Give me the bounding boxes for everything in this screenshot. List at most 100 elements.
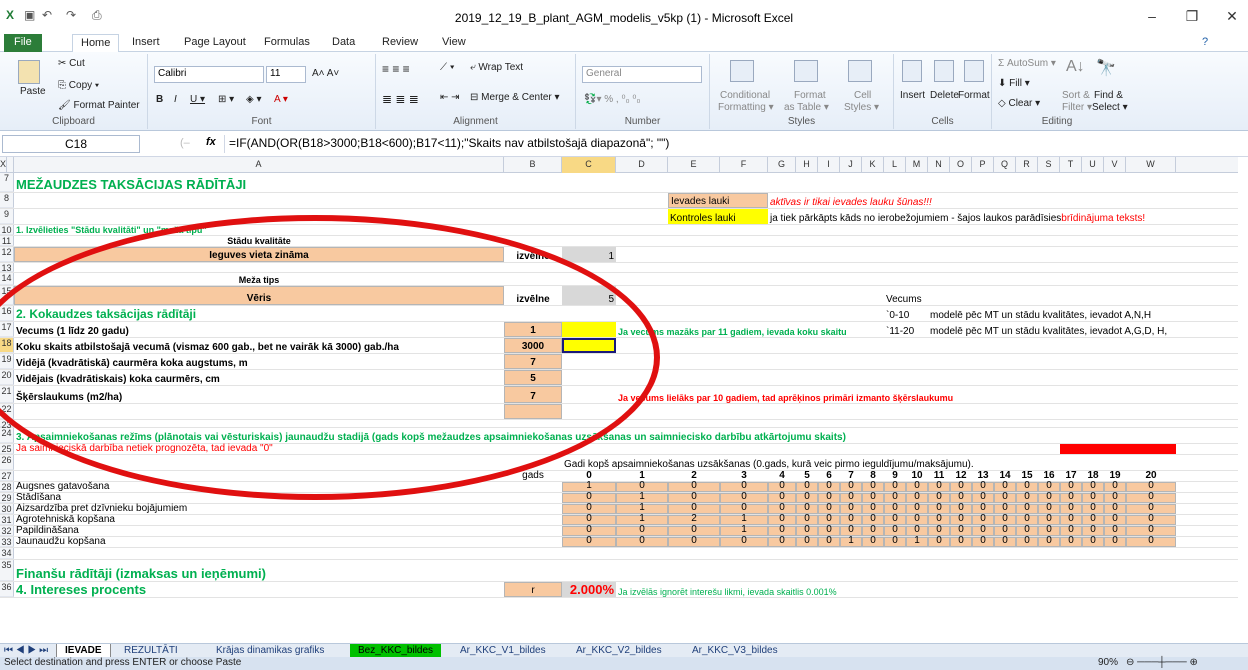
column-header-l[interactable]: L: [884, 157, 906, 173]
help-icon[interactable]: ?: [1202, 36, 1208, 48]
column-header-a[interactable]: A: [14, 157, 504, 173]
delete-icon[interactable]: [934, 60, 954, 82]
close-button[interactable]: ✕: [1218, 8, 1246, 25]
operation-value[interactable]: 0: [950, 535, 972, 547]
font-size-select[interactable]: 11: [266, 66, 306, 83]
tab-review[interactable]: Review: [382, 36, 418, 48]
column-header-f[interactable]: F: [720, 157, 768, 173]
font-name-select[interactable]: Calibri: [154, 66, 264, 83]
tab-view[interactable]: View: [442, 36, 466, 48]
cell-styles-icon[interactable]: [848, 60, 872, 82]
cell-styles-button[interactable]: Cell: [854, 90, 871, 101]
merge-center-button[interactable]: ⊟ Merge & Center ▾: [470, 92, 560, 103]
column-header-r[interactable]: R: [1016, 157, 1038, 173]
operation-value[interactable]: 0: [818, 535, 840, 547]
column-header-w[interactable]: W: [1126, 157, 1176, 173]
operation-value[interactable]: 0: [862, 535, 884, 547]
format-icon[interactable]: [964, 60, 984, 82]
zoom-level[interactable]: 90%: [1098, 657, 1118, 668]
column-header-j[interactable]: J: [840, 157, 862, 173]
row-header-7[interactable]: 7: [0, 173, 14, 192]
format-button[interactable]: Format: [958, 90, 990, 101]
sheet-tab-ar-kkc-v1[interactable]: Ar_KKC_V1_bildes: [452, 644, 554, 658]
operation-value[interactable]: 1: [840, 535, 862, 547]
row-header-30[interactable]: 30: [0, 504, 14, 514]
column-header-o[interactable]: O: [950, 157, 972, 173]
conditional-formatting-icon[interactable]: [730, 60, 754, 82]
maximize-button[interactable]: ❐: [1178, 8, 1206, 25]
paste-button[interactable]: Paste: [20, 86, 46, 97]
row-header-28[interactable]: 28: [0, 482, 14, 492]
currency-icon[interactable]: 💱▾ % , ⁰₀ ⁰₀: [584, 94, 641, 105]
sheet-tab-krajas[interactable]: Krājas dinamikas grafiks: [208, 644, 332, 658]
font-color-icon[interactable]: A ▾: [274, 94, 288, 105]
row-header-12[interactable]: 12: [0, 247, 14, 262]
column-header-c[interactable]: C: [562, 157, 616, 173]
row-header-26[interactable]: 26: [0, 455, 14, 470]
tab-page-layout[interactable]: Page Layout: [184, 36, 246, 48]
column-header-m[interactable]: M: [906, 157, 928, 173]
sheet-tab-ievade[interactable]: IEVADE: [56, 644, 111, 658]
column-header-k[interactable]: K: [862, 157, 884, 173]
orientation-icon[interactable]: ⟋ ▾: [440, 62, 455, 73]
sheet-tab-rezultati[interactable]: REZULTĀTI: [116, 644, 186, 658]
operation-value[interactable]: 0: [668, 535, 720, 547]
column-header-q[interactable]: Q: [994, 157, 1016, 173]
operation-value[interactable]: 0: [928, 535, 950, 547]
interest-rate-input[interactable]: 2.000%: [562, 582, 616, 597]
format-as-table-icon[interactable]: [794, 60, 818, 82]
align-left-icon[interactable]: ≣ ≣ ≣: [382, 92, 419, 106]
number-format-select[interactable]: General: [582, 66, 702, 83]
tab-file[interactable]: File: [4, 34, 42, 52]
column-header-d[interactable]: D: [616, 157, 668, 173]
row-header-14[interactable]: 14: [0, 273, 14, 285]
wrap-text-button[interactable]: ⤶ Wrap Text: [470, 62, 523, 73]
column-header-e[interactable]: E: [668, 157, 720, 173]
operation-value[interactable]: 0: [972, 535, 994, 547]
row-header-29[interactable]: 29: [0, 493, 14, 503]
underline-icon[interactable]: U ▾: [190, 94, 205, 105]
column-header-h[interactable]: H: [796, 157, 818, 173]
sort-filter-icon[interactable]: A↓: [1066, 58, 1085, 76]
row-header-24[interactable]: 24: [0, 428, 14, 443]
cut-button[interactable]: ✂ Cut: [58, 58, 85, 69]
column-header-g[interactable]: G: [768, 157, 796, 173]
sheet-tab-ar-kkc-v3[interactable]: Ar_KKC_V3_bildes: [684, 644, 786, 658]
row-header-9[interactable]: 9: [0, 209, 14, 224]
column-header-s[interactable]: S: [1038, 157, 1060, 173]
row-header-33[interactable]: 33: [0, 537, 14, 547]
tab-data[interactable]: Data: [332, 36, 355, 48]
binoculars-icon[interactable]: 🔭: [1096, 58, 1116, 78]
insert-icon[interactable]: [902, 60, 922, 82]
tab-formulas[interactable]: Formulas: [264, 36, 310, 48]
sort-filter-button[interactable]: Sort &: [1062, 90, 1090, 101]
cancel-edit-icon[interactable]: (–: [180, 137, 190, 149]
row-header-36[interactable]: 36: [0, 582, 14, 597]
operation-value[interactable]: 1: [906, 535, 928, 547]
bold-icon[interactable]: B: [156, 94, 163, 105]
column-header-p[interactable]: P: [972, 157, 994, 173]
row-header-11[interactable]: 11: [0, 236, 14, 246]
indent-icon[interactable]: ⇤ ⇥: [440, 92, 460, 103]
paste-icon[interactable]: [18, 60, 40, 84]
copy-button[interactable]: ⎘ Copy ▾: [58, 80, 99, 91]
operation-value[interactable]: 0: [768, 535, 796, 547]
row-header-13[interactable]: 13: [0, 263, 14, 273]
clear-button[interactable]: ◇ Clear ▾: [998, 98, 1040, 109]
column-header-t[interactable]: T: [1060, 157, 1082, 173]
grow-font-icon[interactable]: A˄ A˅: [312, 68, 339, 79]
column-header-u[interactable]: U: [1082, 157, 1104, 173]
column-header-i[interactable]: I: [818, 157, 840, 173]
column-header-x[interactable]: X: [0, 157, 8, 173]
align-top-icon[interactable]: ≡ ≡ ≡: [382, 62, 410, 76]
format-painter-button[interactable]: 🖌 Format Painter: [58, 100, 140, 111]
row-header-31[interactable]: 31: [0, 515, 14, 525]
operation-value[interactable]: 0: [1126, 535, 1176, 547]
operation-value[interactable]: 0: [1038, 535, 1060, 547]
operation-value[interactable]: 0: [1016, 535, 1038, 547]
row-header-34[interactable]: 34: [0, 548, 14, 559]
sheet-nav-icon[interactable]: ⏮ ◀ ▶ ⏭: [2, 644, 50, 658]
row-header-27[interactable]: 27: [0, 471, 14, 481]
row-header-25[interactable]: 25: [0, 444, 14, 454]
operation-value[interactable]: 0: [796, 535, 818, 547]
